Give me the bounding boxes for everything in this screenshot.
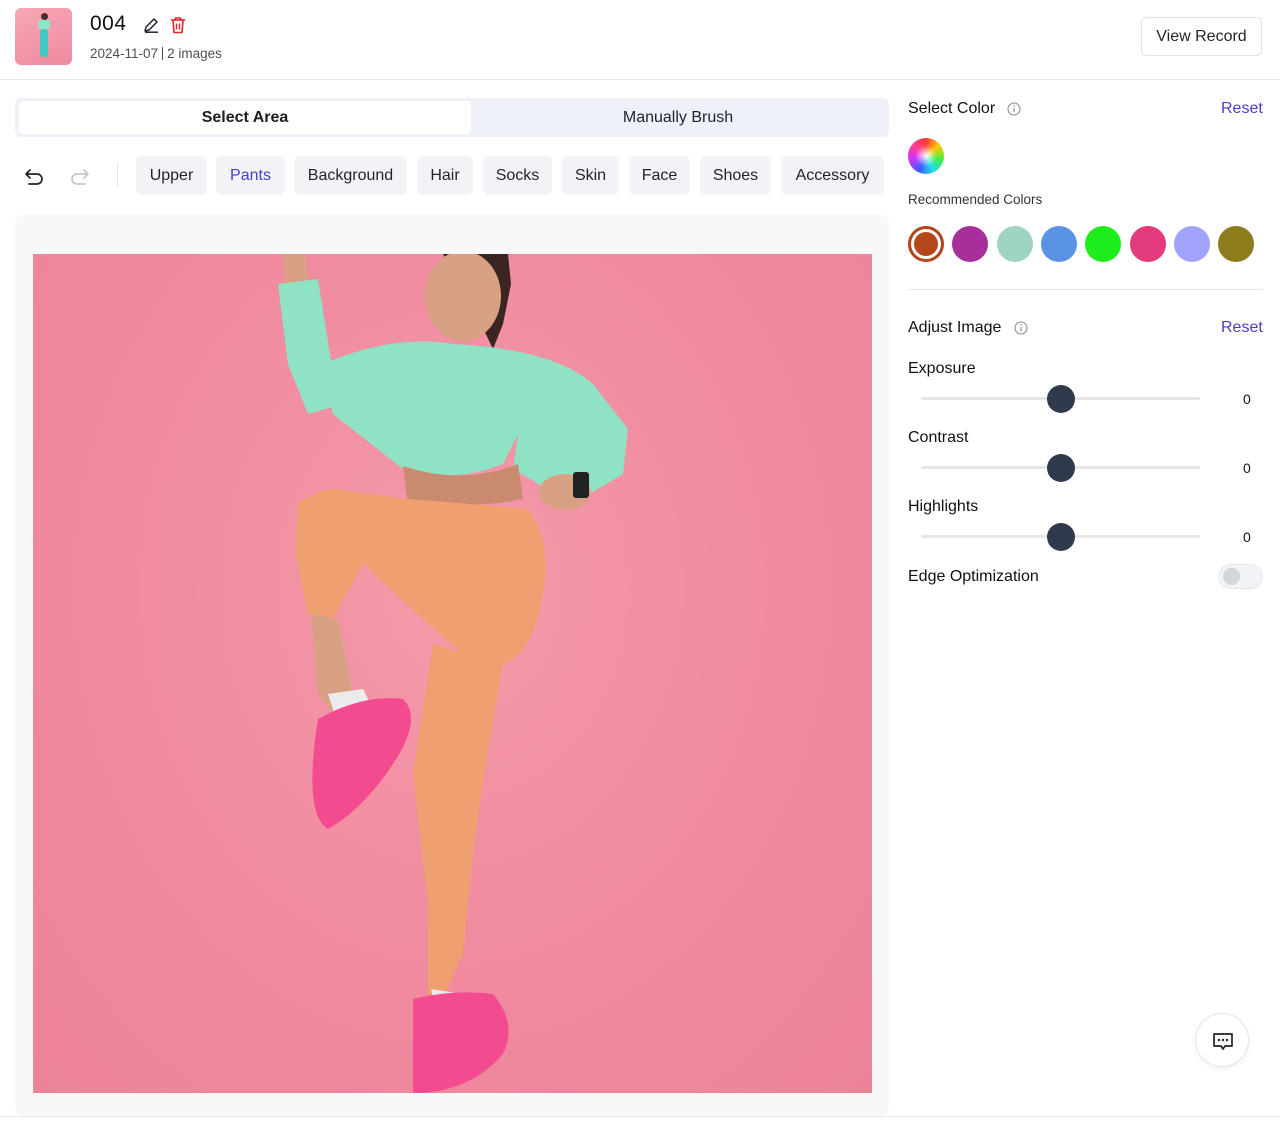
- project-title: 004: [90, 12, 127, 35]
- area-chip-face[interactable]: Face: [629, 156, 690, 195]
- color-swatch-mint[interactable]: [997, 226, 1033, 262]
- contrast-slider-handle[interactable]: [1047, 454, 1075, 482]
- tab-select-area[interactable]: Select Area: [19, 101, 471, 134]
- bottom-border: [0, 1116, 1280, 1117]
- mode-tabs: Select Area Manually Brush: [15, 98, 889, 137]
- contrast-label: Contrast: [908, 429, 969, 446]
- area-chip-background[interactable]: Background: [294, 156, 407, 195]
- color-swatch-purple[interactable]: [952, 226, 988, 262]
- info-icon[interactable]: [1007, 102, 1021, 116]
- area-chip-upper[interactable]: Upper: [136, 156, 207, 195]
- header-bar: 004 2024-11-07 2 images View Record: [0, 0, 1280, 80]
- edge-optimization-toggle[interactable]: [1218, 564, 1263, 589]
- highlights-label: Highlights: [908, 498, 979, 515]
- redo-icon[interactable]: [68, 165, 90, 187]
- panel-divider: [908, 289, 1263, 290]
- model-photo[interactable]: [33, 254, 872, 1093]
- exposure-value: 0: [1243, 391, 1251, 407]
- exposure-slider-handle[interactable]: [1047, 385, 1075, 413]
- toggle-knob: [1223, 568, 1240, 585]
- color-swatch-green[interactable]: [1085, 226, 1121, 262]
- info-icon[interactable]: [1014, 321, 1028, 335]
- edge-optimization-label: Edge Optimization: [908, 568, 1039, 585]
- area-chip-accessory[interactable]: Accessory: [781, 156, 884, 195]
- toolbar-divider: [117, 163, 118, 187]
- project-date: 2024-11-07: [90, 46, 159, 61]
- highlights-slider-handle[interactable]: [1047, 523, 1075, 551]
- project-thumbnail[interactable]: [15, 8, 72, 65]
- adjust-image-reset-link[interactable]: Reset: [1221, 319, 1263, 337]
- area-chip-socks[interactable]: Socks: [483, 156, 552, 195]
- area-chip-hair[interactable]: Hair: [417, 156, 473, 195]
- color-swatch-pink[interactable]: [1130, 226, 1166, 262]
- area-chip-skin[interactable]: Skin: [562, 156, 619, 195]
- chat-icon: [1213, 1033, 1233, 1050]
- trash-icon[interactable]: [170, 16, 186, 34]
- color-swatch-olive[interactable]: [1218, 226, 1254, 262]
- project-meta: 2024-11-07 2 images: [90, 46, 222, 61]
- meta-divider: [162, 47, 164, 60]
- select-color-title: Select Color: [908, 100, 996, 117]
- color-picker-wheel-icon[interactable]: [908, 138, 944, 174]
- area-chip-shoes[interactable]: Shoes: [700, 156, 771, 195]
- adjust-image-title: Adjust Image: [908, 319, 1002, 336]
- color-swatch-rust-selected[interactable]: [908, 226, 944, 262]
- chat-button[interactable]: [1195, 1013, 1249, 1067]
- area-chip-pants[interactable]: Pants: [216, 156, 285, 195]
- select-color-reset-link[interactable]: Reset: [1221, 100, 1263, 118]
- exposure-label: Exposure: [908, 360, 976, 377]
- undo-icon[interactable]: [24, 165, 46, 187]
- highlights-value: 0: [1243, 529, 1251, 545]
- color-swatch-lavender[interactable]: [1174, 226, 1210, 262]
- color-swatch-blue[interactable]: [1041, 226, 1077, 262]
- image-count: 2 images: [167, 46, 222, 61]
- contrast-value: 0: [1243, 460, 1251, 476]
- recommended-colors-label: Recommended Colors: [908, 192, 1043, 207]
- edit-icon[interactable]: [142, 16, 160, 34]
- tab-manually-brush[interactable]: Manually Brush: [471, 101, 885, 134]
- view-record-button[interactable]: View Record: [1141, 17, 1262, 56]
- model-figure-illustration: [278, 254, 628, 1093]
